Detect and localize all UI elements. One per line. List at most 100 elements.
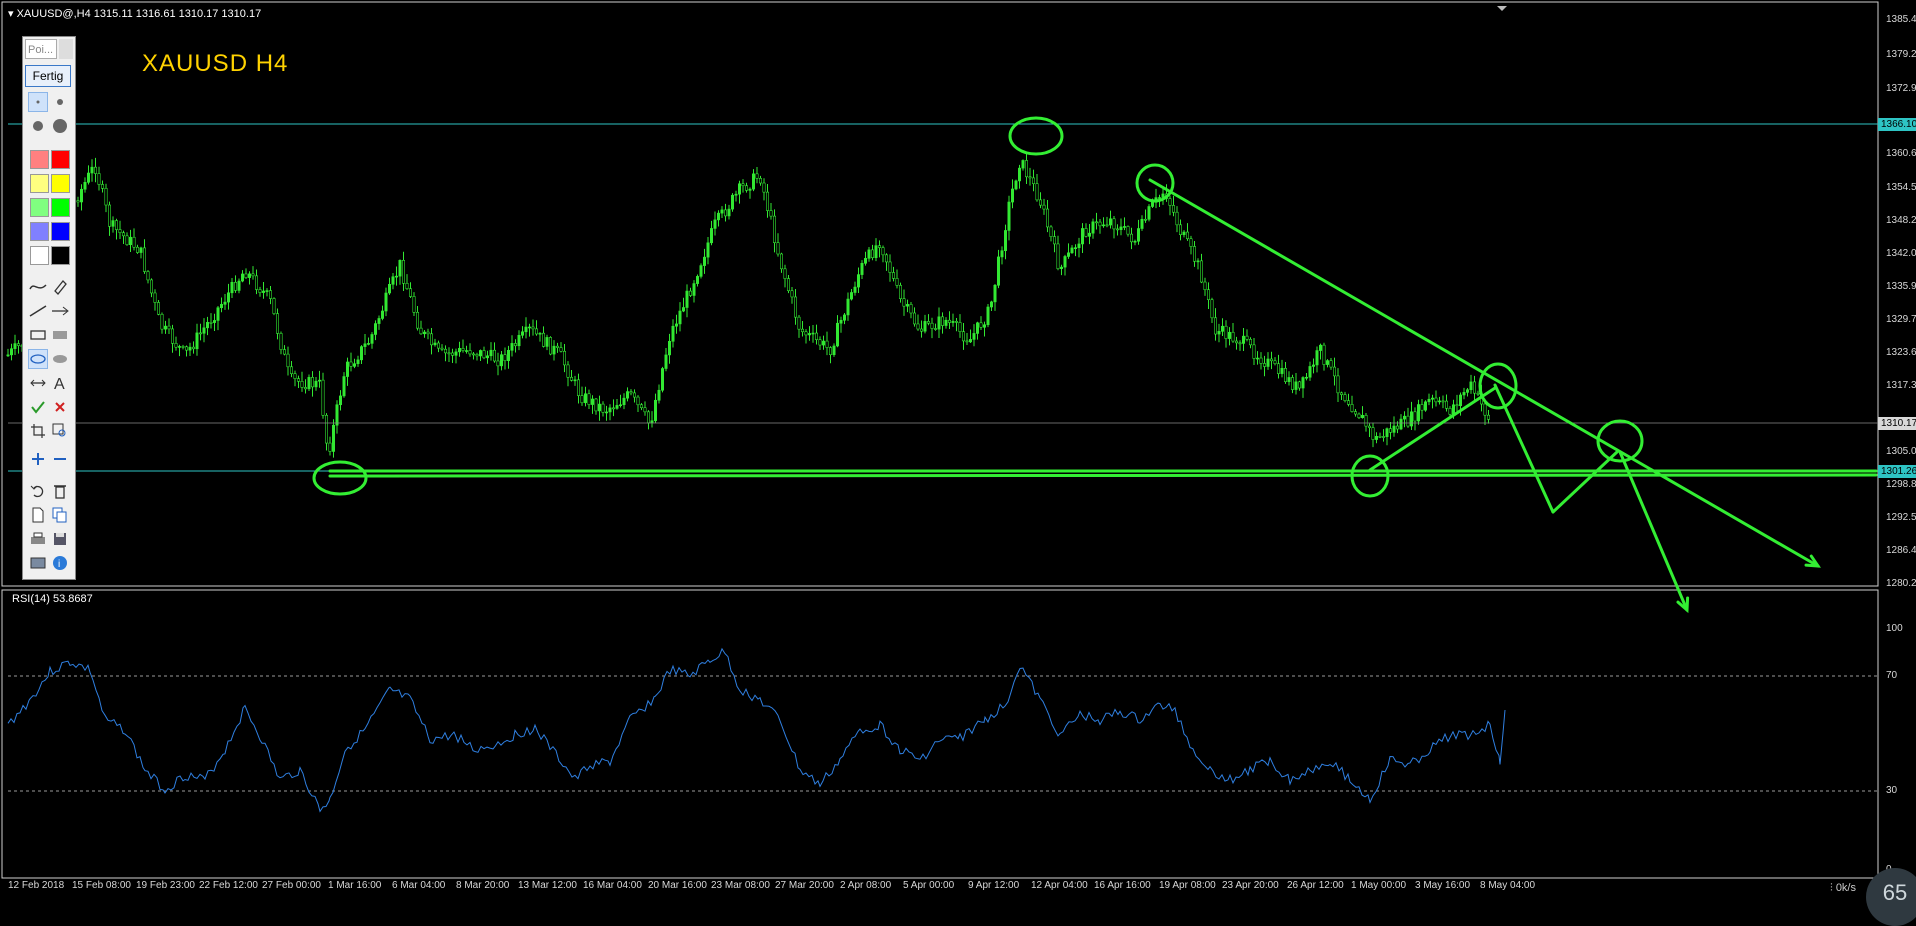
candle-body <box>737 183 741 195</box>
print-icon[interactable] <box>28 529 48 549</box>
candle-body <box>877 245 881 248</box>
candle-body <box>650 420 654 424</box>
candle-body <box>310 377 314 388</box>
checkmark-icon[interactable] <box>28 397 48 417</box>
drop-leg[interactable] <box>1493 383 1555 514</box>
candle-body <box>1046 208 1050 228</box>
candle-body <box>793 296 797 318</box>
ellipse-tool-icon[interactable] <box>28 349 48 369</box>
cross-icon[interactable] <box>50 397 70 417</box>
candle-body <box>1074 247 1078 250</box>
crop-icon[interactable] <box>28 421 48 441</box>
white-swatch[interactable] <box>30 246 49 265</box>
candle-body <box>884 254 888 263</box>
undo-icon[interactable] <box>28 481 48 501</box>
candle-body <box>1039 199 1043 206</box>
circle-low-feb[interactable] <box>312 460 368 496</box>
arrow-tool-icon[interactable] <box>50 301 70 321</box>
eraser-icon[interactable] <box>50 277 70 297</box>
candle-body <box>1294 381 1298 390</box>
candle-body <box>457 348 461 353</box>
price-label: 1372.95 <box>1886 83 1916 94</box>
text-tool-icon[interactable]: A <box>50 373 70 393</box>
candle-body <box>1277 363 1281 374</box>
collapse-arrow-icon[interactable]: ▾ <box>8 8 14 20</box>
candle-body <box>1091 221 1095 234</box>
yellow-swatch[interactable] <box>51 174 70 193</box>
freehand-icon[interactable] <box>28 277 48 297</box>
candle-body <box>384 292 388 312</box>
time-label: 9 Apr 12:00 <box>968 880 1020 891</box>
small-dot-icon[interactable] <box>28 92 48 112</box>
candle-body <box>321 379 325 416</box>
scroll-marker-icon[interactable] <box>1497 6 1507 11</box>
candle-body <box>450 352 454 356</box>
copy-icon[interactable] <box>50 505 70 525</box>
new-document-icon[interactable] <box>28 505 48 525</box>
candle-body <box>681 307 685 312</box>
measure-icon[interactable] <box>28 373 48 393</box>
candle-body <box>370 334 374 344</box>
medium-dot-icon[interactable] <box>50 92 70 112</box>
candle-body <box>713 219 717 229</box>
support-trendline-2[interactable] <box>328 473 1878 478</box>
price-axis[interactable]: 1385.40 1379.25 1372.95 1360.65 1354.50 1348.… <box>1878 0 1916 590</box>
large-dot-icon[interactable] <box>28 116 48 136</box>
candle-body <box>1431 397 1435 400</box>
light-green-swatch[interactable] <box>30 198 49 217</box>
candle-body <box>268 290 272 299</box>
candle-body <box>108 204 112 227</box>
circle-touch-trend[interactable] <box>1478 362 1518 410</box>
blue-swatch[interactable] <box>51 222 70 241</box>
green-swatch[interactable] <box>51 198 70 217</box>
screenshot-icon[interactable] <box>28 553 48 573</box>
chart-title: XAUUSD H4 <box>142 50 289 77</box>
minus-icon[interactable] <box>50 449 70 469</box>
circle-high-apr[interactable] <box>1008 116 1064 156</box>
filled-rectangle-icon[interactable] <box>50 325 70 345</box>
candle-body <box>1070 247 1074 254</box>
candle-body <box>846 298 850 316</box>
candle-body <box>87 172 91 183</box>
toolbox-close-button[interactable] <box>59 39 73 59</box>
ohlc-values: 1315.11 1316.61 1310.17 1310.17 <box>93 8 262 20</box>
zoom-icon[interactable] <box>50 421 70 441</box>
line-tool-icon[interactable] <box>28 301 48 321</box>
candle-body <box>926 321 930 324</box>
trash-icon[interactable] <box>50 481 70 501</box>
black-swatch[interactable] <box>51 246 70 265</box>
candle-body <box>548 337 552 355</box>
xlarge-dot-icon[interactable] <box>50 116 70 136</box>
candle-body <box>1235 340 1239 344</box>
chart-canvas[interactable] <box>0 0 1916 901</box>
done-button[interactable]: Fertig <box>25 65 71 87</box>
downtrend-arrow[interactable] <box>1148 178 1820 568</box>
light-blue-swatch[interactable] <box>30 222 49 241</box>
candle-body <box>758 178 762 184</box>
candle-body <box>786 278 790 292</box>
candle-body <box>1445 400 1449 409</box>
time-label: 22 Feb 12:00 <box>199 880 258 891</box>
light-red-swatch[interactable] <box>30 150 49 169</box>
rsi-axis-100: 100 <box>1886 623 1903 634</box>
candle-body <box>13 343 17 349</box>
time-label: 12 Apr 04:00 <box>1031 880 1088 891</box>
light-yellow-swatch[interactable] <box>30 174 49 193</box>
candle-body <box>111 220 115 227</box>
candle-body <box>1112 218 1116 230</box>
plus-icon[interactable] <box>28 449 48 469</box>
red-swatch[interactable] <box>51 150 70 169</box>
candle-body <box>576 379 580 396</box>
candle-body <box>1424 401 1428 411</box>
candle-body <box>573 379 577 382</box>
candle-body <box>104 188 108 206</box>
candlestick-series <box>6 152 1491 458</box>
analysis-drawings[interactable] <box>312 116 1878 614</box>
candle-body <box>1053 236 1057 245</box>
rectangle-tool-icon[interactable] <box>28 325 48 345</box>
retest-leg[interactable] <box>1551 450 1619 514</box>
candle-body <box>1385 428 1389 437</box>
filled-ellipse-icon[interactable] <box>50 349 70 369</box>
save-icon[interactable] <box>50 529 70 549</box>
info-icon[interactable]: i <box>50 553 70 573</box>
